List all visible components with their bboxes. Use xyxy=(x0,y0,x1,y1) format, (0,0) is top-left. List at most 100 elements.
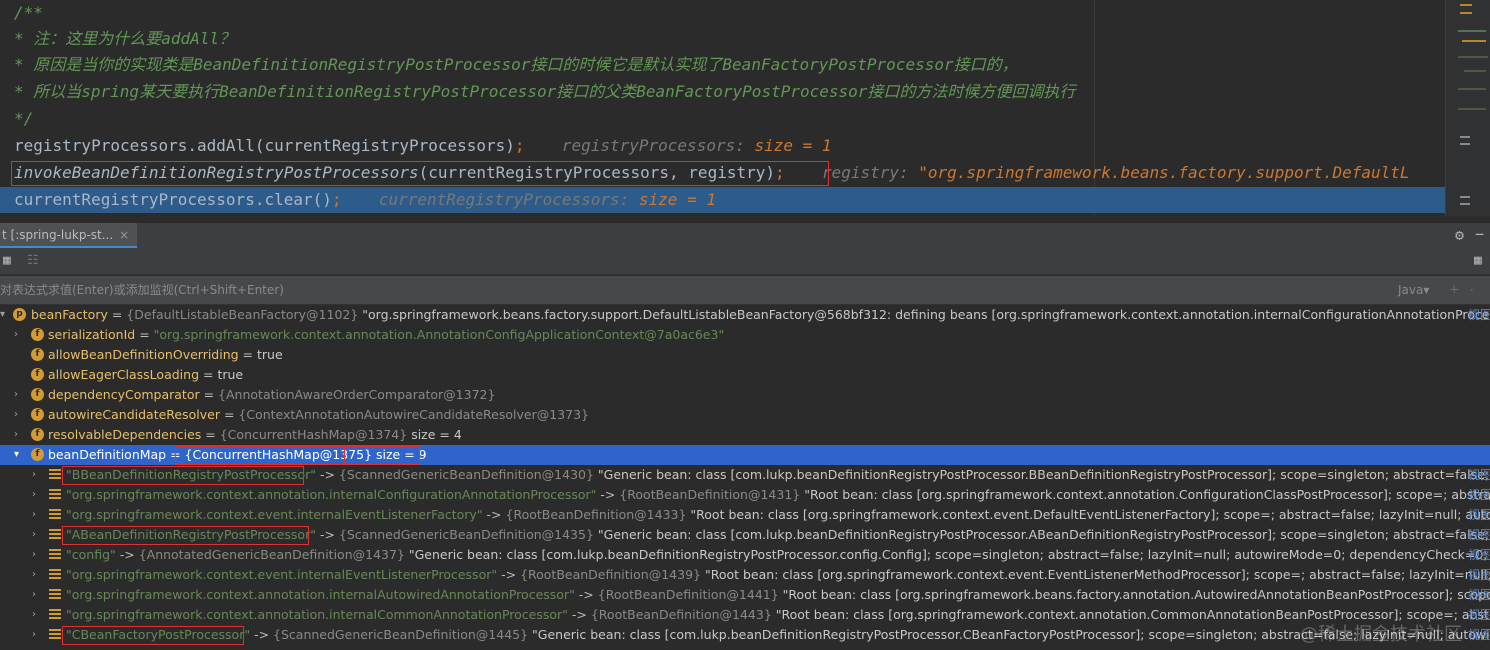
map-entry-icon xyxy=(49,609,61,620)
expand-arrow-icon[interactable]: › xyxy=(32,585,36,605)
debug-session-tab[interactable]: t [:spring-lukp-st... × xyxy=(0,223,138,248)
gear-icon[interactable]: ⚙ xyxy=(1455,226,1464,244)
code-line-clear[interactable]: currentRegistryProcessors.clear(); curre… xyxy=(14,187,716,213)
tree-row-beanfactory[interactable]: ▾ p beanFactory = {DefaultListableBeanFa… xyxy=(0,305,1490,325)
map-entry-row[interactable]: › "org.springframework.context.annotatio… xyxy=(0,585,1490,605)
tree-row-field[interactable]: › f resolvableDependencies = {Concurrent… xyxy=(0,425,1490,445)
expand-arrow-icon[interactable]: › xyxy=(32,505,36,525)
highlight-box-entry-c xyxy=(62,626,244,645)
view-link[interactable]: 视图 xyxy=(1468,525,1490,545)
entry-arrow: -> xyxy=(574,587,598,602)
map-entry-row[interactable]: › "org.springframework.context.event.int… xyxy=(0,505,1490,525)
frames-grid-icon[interactable]: ▦ xyxy=(3,253,11,268)
collapse-arrow-icon[interactable]: ▾ xyxy=(0,305,5,325)
tree-row-field[interactable]: › f autowireCandidateResolver = {Context… xyxy=(0,405,1490,425)
minimap-mark xyxy=(1462,40,1486,42)
variables-tree[interactable]: ▾ p beanFactory = {DefaultListableBeanFa… xyxy=(0,305,1490,650)
entry-type: {AnnotatedGenericBeanDefinition@1437} xyxy=(138,547,405,562)
code-editor[interactable]: /** * 注：这里为什么要addAll？ * 原因是当你的实现类是BeanDe… xyxy=(0,0,1445,216)
expand-icon[interactable]: ⋅ xyxy=(1468,276,1475,304)
var-type: {ContextAnnotationAutowireCandidateResol… xyxy=(238,407,589,422)
expand-arrow-icon[interactable]: › xyxy=(14,325,18,345)
view-link[interactable]: 视图 xyxy=(1468,545,1490,565)
view-link[interactable]: 视图 xyxy=(1468,305,1490,325)
highlight-box-entry-a xyxy=(62,526,309,545)
entry-type: {RootBeanDefinition@1443} xyxy=(590,607,772,622)
expand-arrow-icon[interactable]: › xyxy=(32,545,36,565)
map-entry-icon xyxy=(49,489,61,500)
expand-arrow-icon[interactable]: › xyxy=(14,425,18,445)
var-size: size = 4 xyxy=(407,427,462,442)
editor-scrollbar-minimap[interactable] xyxy=(1445,0,1490,216)
map-entry-row[interactable]: › "org.springframework.context.annotatio… xyxy=(0,605,1490,625)
expand-arrow-icon[interactable]: › xyxy=(32,485,36,505)
inline-hint-value: "org.springframework.beans.factory.suppo… xyxy=(918,163,1410,182)
view-link[interactable]: 视图 xyxy=(1468,585,1490,605)
collapse-arrow-icon[interactable]: ▾ xyxy=(14,445,19,465)
var-name: dependencyComparator xyxy=(48,387,200,402)
entry-value: "Root bean: class [org.springframework.c… xyxy=(804,487,1490,502)
expand-arrow-icon[interactable]: › xyxy=(32,605,36,625)
threads-list-icon[interactable]: ☷ xyxy=(27,253,39,268)
var-name: allowEagerClassLoading xyxy=(48,367,200,382)
field-icon: f xyxy=(31,388,44,401)
map-entry-icon xyxy=(49,569,61,580)
view-link[interactable]: 视图 xyxy=(1468,485,1490,505)
expand-arrow-icon[interactable]: › xyxy=(32,565,36,585)
entry-type: {RootBeanDefinition@1433} xyxy=(505,507,687,522)
equals: = xyxy=(201,427,220,442)
map-entry-icon xyxy=(49,589,61,600)
view-link[interactable]: 视图 xyxy=(1468,465,1490,485)
parameter-icon: p xyxy=(13,308,26,321)
var-value: "org.springframework.beans.factory.suppo… xyxy=(358,307,1490,322)
map-entry-row[interactable]: › "org.springframework.context.annotatio… xyxy=(0,485,1490,505)
expand-arrow-icon[interactable]: › xyxy=(32,465,36,485)
var-type: {AnnotationAwareOrderComparator@1372} xyxy=(218,387,496,402)
var-type: {ConcurrentHashMap@1374} xyxy=(219,427,408,442)
code-line-addall[interactable]: registryProcessors.addAll(currentRegistr… xyxy=(14,133,832,159)
add-watch-icon[interactable]: + xyxy=(1450,276,1458,304)
expand-arrow-icon[interactable]: › xyxy=(14,405,18,425)
code-text: registryProcessors.addAll(currentRegistr… xyxy=(14,136,515,155)
map-entry-icon xyxy=(49,509,61,520)
entry-key: "org.springframework.context.annotation.… xyxy=(66,607,568,622)
view-link[interactable]: 视图 xyxy=(1468,505,1490,525)
minimap-mark xyxy=(1458,30,1486,32)
map-entry-row[interactable]: › "org.springframework.context.event.int… xyxy=(0,565,1490,585)
evaluate-input[interactable]: 对表达式求值(Enter)或添加监视(Ctrl+Shift+Enter) xyxy=(0,276,284,304)
map-entry-row[interactable]: › "config" -> {AnnotatedGenericBeanDefin… xyxy=(0,545,1490,565)
tree-row-field[interactable]: › f dependencyComparator = {AnnotationAw… xyxy=(0,385,1490,405)
field-icon: f xyxy=(31,448,44,461)
minimap-mark xyxy=(1460,12,1472,14)
tree-row-field[interactable]: f allowBeanDefinitionOverriding = true xyxy=(0,345,1490,365)
entry-key: "org.springframework.context.annotation.… xyxy=(66,487,597,502)
entry-arrow: -> xyxy=(315,467,339,482)
field-icon: f xyxy=(31,328,44,341)
minimap-mark xyxy=(1460,203,1470,205)
equals: = xyxy=(199,367,218,382)
debug-tab-bar: t [:spring-lukp-st... × ⚙ − xyxy=(0,222,1490,248)
field-icon: f xyxy=(31,408,44,421)
tree-row-field[interactable]: › f serializationId = "org.springframewo… xyxy=(0,325,1490,345)
view-link[interactable]: 视图 xyxy=(1468,625,1490,645)
tab-label: t [:spring-lukp-st... xyxy=(2,228,114,242)
language-dropdown[interactable]: Java▾ xyxy=(1398,276,1429,304)
view-link[interactable]: 视图 xyxy=(1468,605,1490,625)
expand-arrow-icon[interactable]: › xyxy=(32,625,36,645)
entry-value: "Root bean: class [org.springframework.c… xyxy=(704,567,1490,582)
field-icon: f xyxy=(31,368,44,381)
semicolon: ; xyxy=(514,136,525,155)
minimap-mark xyxy=(1458,56,1488,58)
entry-arrow: -> xyxy=(497,567,521,582)
tree-row-field[interactable]: f allowEagerClassLoading = true xyxy=(0,365,1490,385)
highlight-box-map-type xyxy=(175,446,345,465)
expand-arrow-icon[interactable]: › xyxy=(14,385,18,405)
layout-icon[interactable]: ▦ xyxy=(1474,253,1482,268)
evaluate-expression-bar[interactable]: 对表达式求值(Enter)或添加监视(Ctrl+Shift+Enter) Jav… xyxy=(0,276,1490,305)
expand-arrow-icon[interactable]: › xyxy=(32,525,36,545)
close-icon[interactable]: × xyxy=(119,228,129,242)
var-name: beanFactory xyxy=(31,307,108,322)
debug-toolbar: ▦ ☷ ▦ xyxy=(0,248,1490,275)
view-link[interactable]: 视图 xyxy=(1468,565,1490,585)
minimize-icon[interactable]: − xyxy=(1475,225,1484,243)
